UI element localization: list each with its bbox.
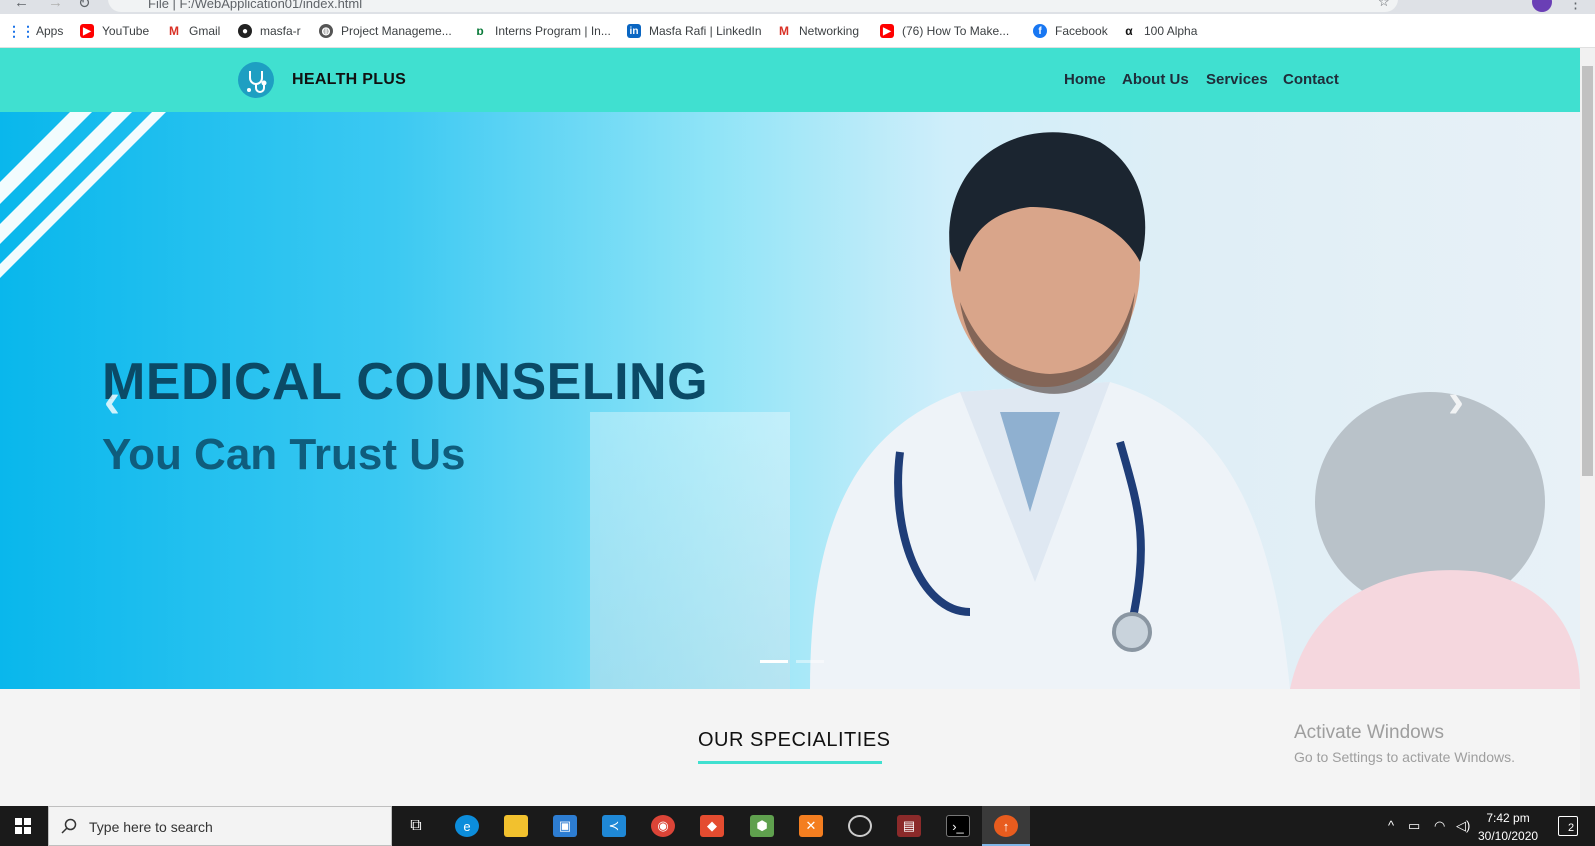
apps-grid-icon: ⋮⋮ — [7, 22, 35, 39]
bookmark-youtube[interactable]: ▶ YouTube — [80, 23, 149, 39]
taskbar-active-app[interactable]: ↑ — [982, 806, 1030, 846]
notification-center-icon[interactable]: 2 — [1558, 816, 1578, 836]
carousel-indicator-active[interactable] — [760, 660, 788, 663]
interns-icon: ɒ — [476, 24, 484, 38]
vscode-icon[interactable]: ≺ — [602, 815, 626, 837]
profile-avatar[interactable] — [1532, 0, 1552, 12]
bookmark-networking[interactable]: M Networking — [777, 23, 859, 39]
bookmark-label: masfa-r — [260, 24, 301, 38]
back-icon[interactable]: ← — [14, 0, 30, 11]
page-scrollbar[interactable] — [1580, 48, 1595, 806]
file-explorer-icon[interactable] — [504, 815, 528, 837]
section-title-underline — [698, 761, 882, 764]
watermark-line2: Go to Settings to activate Windows. — [1294, 749, 1515, 765]
youtube-icon: ▶ — [880, 24, 894, 38]
nodejs-icon[interactable]: ⬢ — [750, 815, 774, 837]
nav-home[interactable]: Home — [1064, 71, 1106, 88]
xampp-icon[interactable]: ✕ — [799, 815, 823, 837]
wifi-icon[interactable]: ◠ — [1434, 818, 1445, 834]
activate-windows-watermark: Activate Windows Go to Settings to activ… — [1294, 722, 1515, 765]
menu-dots-icon[interactable]: ⋮ — [1568, 0, 1584, 12]
winrar-icon[interactable]: ▤ — [897, 815, 921, 837]
bookmark-label: Masfa Rafi | LinkedIn — [649, 24, 762, 38]
github-icon: ● — [238, 24, 252, 38]
bookmark-project[interactable]: ◍ Project Manageme... — [319, 23, 452, 39]
bookmark-github[interactable]: ● masfa-r — [238, 23, 301, 39]
nav-contact[interactable]: Contact — [1283, 71, 1339, 88]
bookmark-apps[interactable]: ⋮⋮ Apps — [7, 22, 64, 39]
browser-toolbar: ← → ↻ File | F:/WebApplication01/index.h… — [0, 0, 1595, 14]
system-clock[interactable]: 7:42 pm 30/10/2020 — [1478, 809, 1538, 845]
bookmark-star-icon[interactable]: ☆ — [1378, 0, 1394, 10]
terminal-icon[interactable]: ›_ — [946, 815, 970, 837]
clock-date: 30/10/2020 — [1478, 829, 1539, 843]
battery-icon[interactable]: ▭ — [1408, 818, 1420, 834]
edge-browser-icon[interactable]: e — [455, 815, 479, 837]
background-shelf — [590, 412, 790, 689]
bookmark-label: Facebook — [1055, 24, 1108, 38]
bookmarks-bar: ⋮⋮ Apps ▶ YouTube M Gmail ● masfa-r ◍ Project… — [0, 14, 1595, 48]
bookmark-facebook[interactable]: f Facebook — [1033, 23, 1108, 39]
doctor-photo — [810, 132, 1290, 689]
taskbar-search-box[interactable]: Type here to search — [48, 806, 392, 846]
gmail-icon: M — [779, 24, 789, 38]
app-icon: ↑ — [994, 815, 1018, 837]
chrome-icon[interactable]: ◉ — [651, 815, 675, 837]
nav-about-us[interactable]: About Us — [1122, 71, 1189, 88]
bookmark-gmail[interactable]: M Gmail — [167, 23, 220, 39]
gmail-icon: M — [169, 24, 179, 38]
brand-name[interactable]: HEALTH PLUS — [292, 71, 406, 89]
show-hidden-icons[interactable]: ^ — [1388, 818, 1394, 833]
linkedin-icon: in — [627, 24, 641, 38]
bookmark-label: Apps — [36, 24, 64, 38]
stethoscope-logo-icon[interactable] — [238, 62, 274, 98]
address-bar-url: File | F:/WebApplication01/index.html — [148, 0, 363, 11]
bookmark-alpha[interactable]: α 100 Alpha — [1122, 23, 1197, 39]
reload-icon[interactable]: ↻ — [78, 0, 94, 12]
bookmark-label: (76) How To Make... — [902, 24, 1010, 38]
hero-subtitle: You Can Trust Us — [102, 430, 466, 479]
windows-start-icon[interactable] — [15, 818, 31, 834]
youtube-icon: ▶ — [80, 24, 94, 38]
specialities-section: OUR SPECIALITIES Activate Windows Go to … — [0, 689, 1580, 806]
watermark-line1: Activate Windows — [1294, 722, 1444, 743]
bookmark-howto[interactable]: ▶ (76) How To Make... — [880, 23, 1009, 39]
carousel-prev-icon[interactable]: ‹ — [104, 374, 120, 429]
carousel-indicator[interactable] — [796, 660, 824, 663]
notification-count: 2 — [1568, 822, 1575, 834]
windows-taskbar: Type here to search ⧉ e ▣ ≺ ◉ ◆ ⬢ ✕ ▤ ›_… — [0, 806, 1595, 846]
clock-time: 7:42 pm — [1486, 811, 1530, 825]
search-icon — [61, 818, 77, 834]
bookmark-interns[interactable]: ɒ Interns Program | In... — [473, 23, 611, 39]
decorative-stripes — [0, 112, 166, 278]
patient-photo — [1290, 392, 1580, 689]
bookmark-label: YouTube — [102, 24, 150, 38]
git-icon[interactable]: ◆ — [700, 815, 724, 837]
forward-icon[interactable]: → — [48, 0, 64, 11]
scrollbar-thumb[interactable] — [1582, 66, 1593, 476]
carousel-next-icon[interactable]: › — [1448, 374, 1464, 429]
search-placeholder: Type here to search — [89, 819, 213, 835]
hero-title: MEDICAL COUNSELING — [102, 353, 709, 411]
obs-icon[interactable] — [848, 815, 872, 837]
alpha-icon: α — [1125, 24, 1133, 38]
nav-services[interactable]: Services — [1206, 71, 1268, 88]
task-view-icon[interactable]: ⧉ — [404, 815, 428, 837]
bookmark-label: 100 Alpha — [1144, 24, 1198, 38]
address-bar[interactable]: File | F:/WebApplication01/index.html — [108, 0, 1398, 12]
section-title: OUR SPECIALITIES — [698, 729, 891, 751]
bookmark-label: Networking — [799, 24, 860, 38]
bookmark-linkedin[interactable]: in Masfa Rafi | LinkedIn — [627, 23, 762, 39]
volume-icon[interactable]: ◁) — [1456, 818, 1470, 834]
site-header: HEALTH PLUS Home About Us Services Conta… — [0, 48, 1580, 112]
bookmark-label: Project Manageme... — [341, 24, 452, 38]
hero-carousel: MEDICAL COUNSELING You Can Trust Us ‹ › — [0, 112, 1580, 689]
bookmark-label: Interns Program | In... — [495, 24, 611, 38]
facebook-icon: f — [1033, 24, 1047, 38]
bookmark-label: Gmail — [189, 24, 221, 38]
globe-icon: ◍ — [319, 24, 333, 38]
store-icon[interactable]: ▣ — [553, 815, 577, 837]
